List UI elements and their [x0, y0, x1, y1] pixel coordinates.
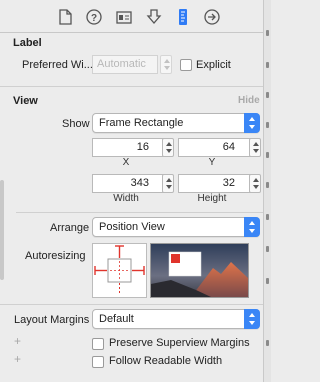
explicit-checkbox[interactable]: [180, 59, 192, 71]
height-stepper[interactable]: [249, 174, 261, 193]
section-divider: [0, 304, 263, 305]
preferred-width-label: Preferred Wi...: [22, 59, 93, 71]
strip-mark: [266, 278, 269, 284]
strip-mark: [266, 214, 269, 220]
y-stepper[interactable]: [249, 138, 261, 157]
svg-text:?: ?: [91, 13, 97, 24]
autoresizing-preview: [150, 243, 249, 298]
section-divider: [0, 86, 263, 87]
size-inspector-icon[interactable]: [174, 8, 192, 26]
strip-mark: [266, 246, 269, 252]
label-section-title: Label: [13, 37, 42, 49]
autoresizing-mask-control[interactable]: [92, 243, 147, 298]
show-select-value: Frame Rectangle: [99, 117, 184, 129]
layout-margins-value: Default: [99, 313, 134, 325]
add-variation-icon[interactable]: +: [14, 334, 21, 348]
preserve-superview-margins-label: Preserve Superview Margins: [109, 337, 250, 349]
arrange-select-value: Position View: [99, 221, 165, 233]
layout-margins-select[interactable]: Default: [92, 309, 260, 329]
chevron-updown-icon: [244, 217, 260, 237]
connections-inspector-icon[interactable]: [203, 8, 221, 26]
width-caption: Width: [113, 193, 139, 204]
autoresizing-label: Autoresizing: [25, 250, 86, 262]
width-stepper[interactable]: [162, 174, 174, 193]
explicit-label: Explicit: [196, 59, 231, 71]
follow-readable-width-checkbox[interactable]: [92, 356, 104, 368]
chevron-updown-icon: [244, 113, 260, 133]
attributes-inspector-icon[interactable]: [145, 8, 163, 26]
x-field[interactable]: 16: [92, 138, 168, 157]
follow-readable-width-label: Follow Readable Width: [109, 355, 223, 367]
strip-mark: [266, 182, 269, 188]
width-field[interactable]: 343: [92, 174, 168, 193]
arrange-select[interactable]: Position View: [92, 217, 260, 237]
show-select[interactable]: Frame Rectangle: [92, 113, 260, 133]
arrange-label: Arrange: [50, 222, 90, 234]
divider: [16, 212, 263, 213]
x-caption: X: [122, 157, 130, 168]
show-label: Show: [62, 118, 90, 130]
view-section-title: View: [13, 95, 38, 107]
scrollbar[interactable]: [0, 180, 4, 280]
strip-mark: [266, 152, 269, 158]
file-inspector-icon[interactable]: [56, 8, 74, 26]
add-variation-icon[interactable]: +: [14, 352, 21, 366]
layout-margins-label: Layout Margins: [14, 314, 90, 326]
preferred-width-stepper[interactable]: [160, 55, 172, 74]
inspector-toolbar: ?: [0, 0, 263, 33]
strip-mark: [266, 122, 269, 128]
height-field[interactable]: 32: [178, 174, 254, 193]
strip-mark: [266, 340, 269, 346]
chevron-updown-icon: [244, 309, 260, 329]
y-caption: Y: [208, 157, 216, 168]
x-stepper[interactable]: [162, 138, 174, 157]
strip-mark: [266, 62, 269, 68]
right-scroll-strip: [263, 0, 271, 382]
identity-inspector-icon[interactable]: [115, 8, 133, 26]
height-caption: Height: [197, 193, 227, 204]
hide-link[interactable]: Hide: [238, 95, 260, 106]
strip-mark: [266, 30, 269, 36]
preferred-width-field[interactable]: Automatic: [92, 55, 158, 74]
strip-mark: [266, 92, 269, 98]
y-field[interactable]: 64: [178, 138, 254, 157]
preserve-superview-margins-checkbox[interactable]: [92, 338, 104, 350]
quick-help-icon[interactable]: ?: [85, 8, 103, 26]
